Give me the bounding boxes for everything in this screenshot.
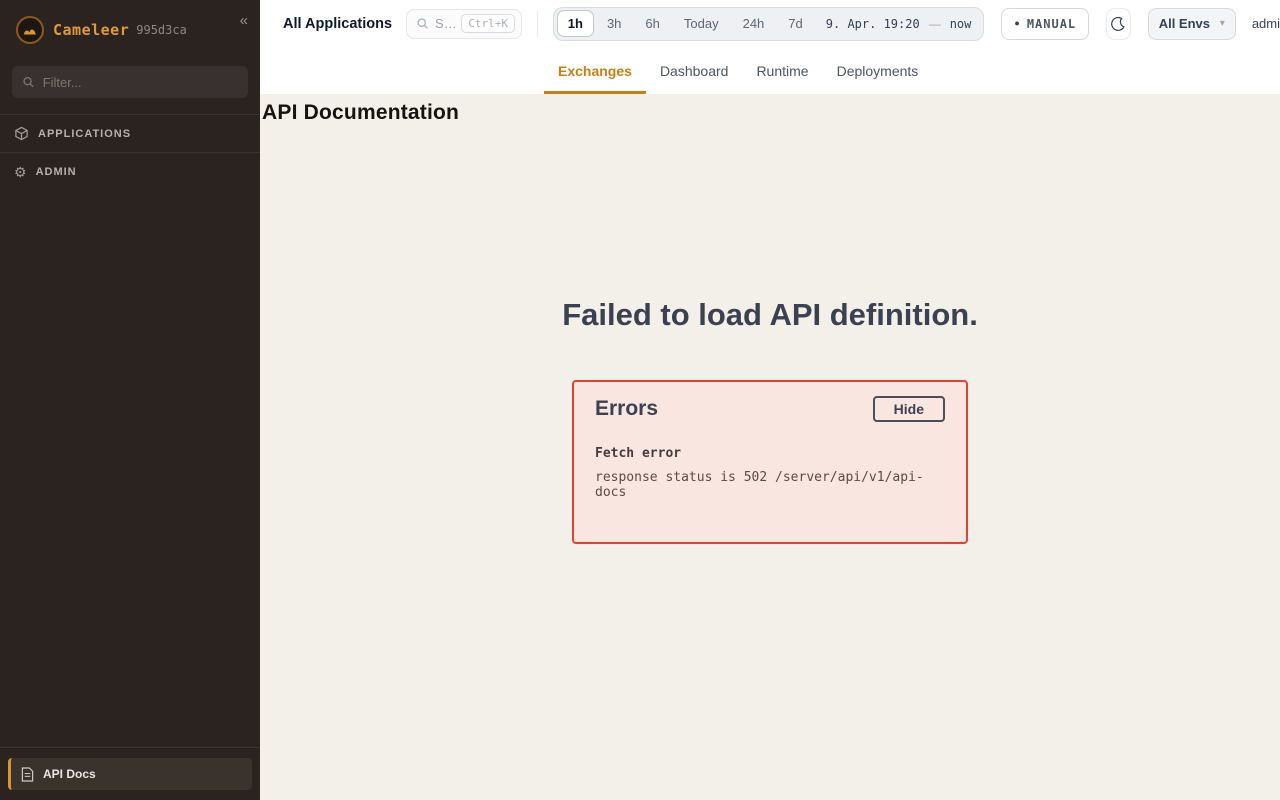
content-area: API Documentation Failed to load API def…: [260, 94, 1280, 800]
refresh-mode-label: MANUAL: [1027, 17, 1076, 31]
time-range-1h[interactable]: 1h: [557, 10, 594, 37]
moon-icon: [1110, 16, 1126, 32]
time-range-7d[interactable]: 7d: [777, 10, 813, 37]
tab-deployments[interactable]: Deployments: [823, 47, 933, 94]
time-range-from[interactable]: 9. Apr. 19:20: [826, 17, 920, 31]
time-range-3h[interactable]: 3h: [596, 10, 632, 37]
app-logo: [16, 16, 44, 44]
tab-runtime[interactable]: Runtime: [742, 47, 822, 94]
user-name[interactable]: admi: [1252, 16, 1280, 31]
sidebar-filter[interactable]: [12, 66, 248, 98]
sidebar-item-label: ADMIN: [36, 166, 77, 178]
app-name: Cameleer: [53, 21, 129, 39]
time-range-to[interactable]: now: [950, 17, 972, 31]
time-range-today[interactable]: Today: [673, 10, 730, 37]
errors-panel-header: Errors Hide: [595, 396, 945, 422]
divider: [537, 11, 538, 37]
sidebar-spacer: [0, 190, 260, 747]
hide-errors-button[interactable]: Hide: [873, 396, 945, 422]
search-shortcut-badge: Ctrl+K: [461, 14, 515, 33]
topbar: All Applications S… Ctrl+K 1h 3h 6h Toda…: [260, 0, 1280, 47]
sidebar-item-label: API Docs: [43, 767, 96, 781]
errors-panel: Errors Hide Fetch error response status …: [572, 380, 968, 544]
app-version-hash: 995d3ca: [136, 23, 187, 37]
camel-logo-icon: [21, 21, 39, 39]
time-range-6h[interactable]: 6h: [634, 10, 670, 37]
app-root: Cameleer 995d3ca « APPLICATIONS ⚙ ADMIN: [0, 0, 1280, 800]
chevron-down-icon: ▾: [1220, 18, 1225, 29]
search-icon: [22, 75, 35, 89]
sidebar-footer: API Docs: [0, 747, 260, 800]
sidebar-collapse-button[interactable]: «: [240, 12, 248, 29]
page-context-title: All Applications: [283, 16, 392, 32]
tab-exchanges[interactable]: Exchanges: [544, 47, 646, 94]
search-placeholder: S…: [435, 16, 455, 31]
time-range-24h[interactable]: 24h: [732, 10, 776, 37]
refresh-mode-button[interactable]: ● MANUAL: [1001, 8, 1089, 40]
sidebar: Cameleer 995d3ca « APPLICATIONS ⚙ ADMIN: [0, 0, 260, 800]
sidebar-header: Cameleer 995d3ca «: [0, 0, 260, 58]
environment-select[interactable]: All Envs ▾: [1148, 8, 1236, 40]
environment-select-value: All Envs: [1159, 16, 1210, 31]
errors-panel-title: Errors: [595, 397, 658, 421]
gear-icon: ⚙: [14, 165, 27, 179]
package-icon: [14, 126, 29, 141]
time-range-selector: 1h 3h 6h Today 24h 7d 9. Apr. 19:20 — no…: [553, 7, 985, 41]
search-icon: [416, 17, 429, 30]
dark-mode-toggle[interactable]: [1106, 8, 1131, 40]
section-tabs: Exchanges Dashboard Runtime Deployments: [260, 47, 1280, 94]
sidebar-item-api-docs[interactable]: API Docs: [8, 758, 252, 790]
sidebar-item-label: APPLICATIONS: [38, 128, 131, 140]
sidebar-item-applications[interactable]: APPLICATIONS: [0, 114, 260, 152]
error-detail: response status is 502 /server/api/v1/ap…: [595, 470, 945, 500]
main-column: All Applications S… Ctrl+K 1h 3h 6h Toda…: [260, 0, 1280, 800]
filter-input[interactable]: [43, 75, 238, 90]
page-title: API Documentation: [260, 94, 1280, 125]
document-icon: [21, 767, 34, 782]
time-range-separator: —: [929, 17, 941, 31]
tab-dashboard[interactable]: Dashboard: [646, 47, 743, 94]
status-dot-icon: ●: [1014, 19, 1019, 28]
swagger-fail-message: Failed to load API definition.: [260, 297, 1280, 333]
global-search[interactable]: S… Ctrl+K: [406, 9, 522, 39]
sidebar-item-admin[interactable]: ⚙ ADMIN: [0, 152, 260, 190]
error-name: Fetch error: [595, 446, 945, 461]
